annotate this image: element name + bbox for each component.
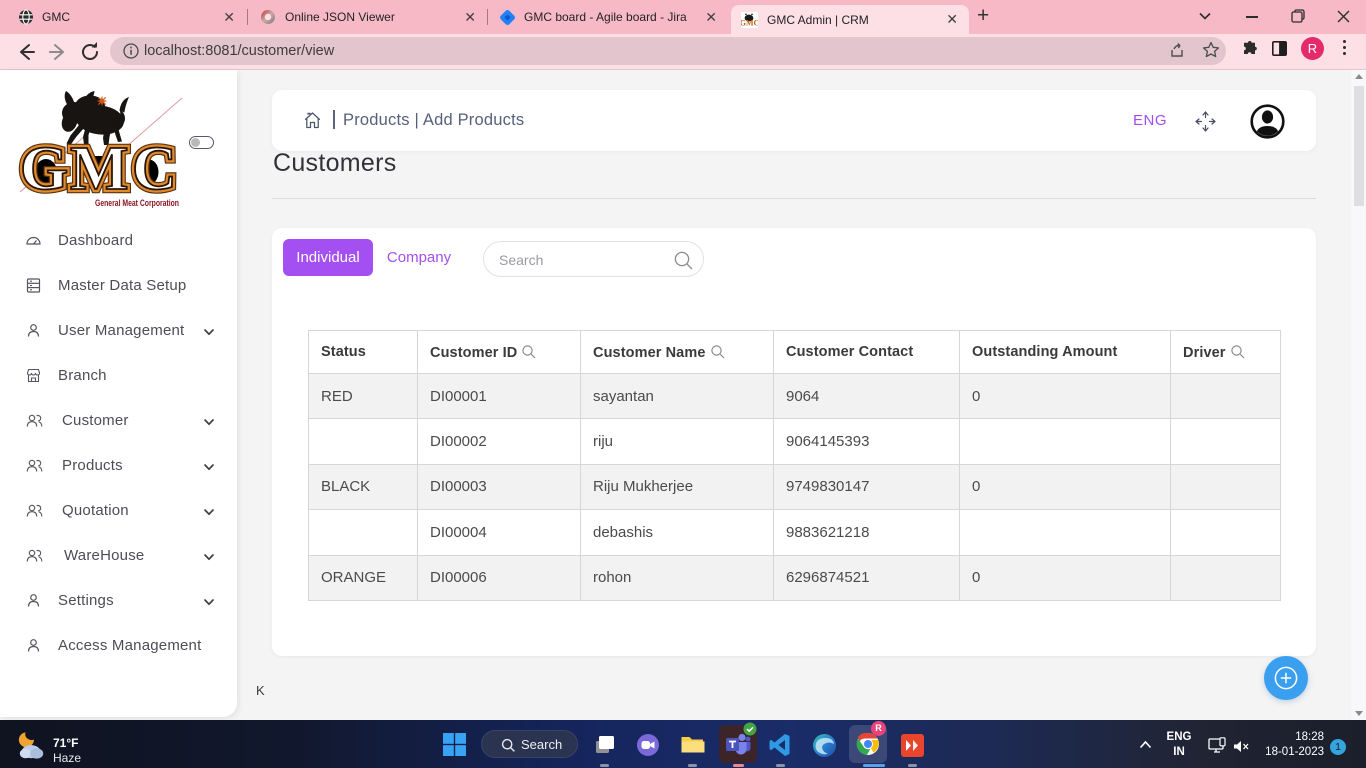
svg-text:C: C [132,135,177,203]
svg-text:G: G [20,135,68,203]
svg-text:General Meat Corporation: General Meat Corporation [95,198,179,209]
svg-text:GMC: GMC [741,18,758,27]
svg-text:M: M [70,135,129,203]
